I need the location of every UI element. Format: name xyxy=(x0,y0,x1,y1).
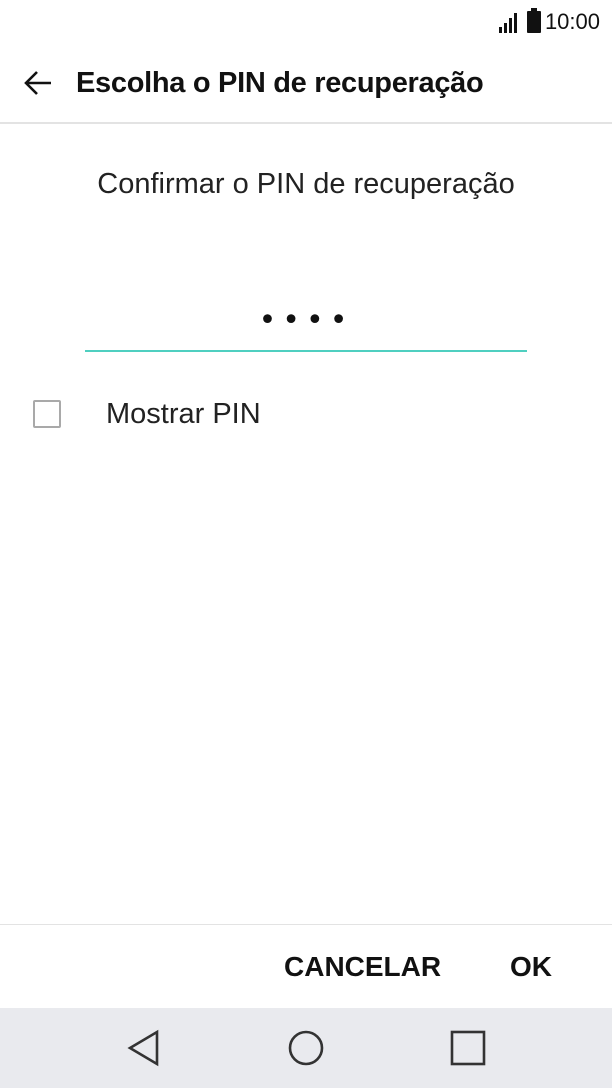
nav-home-icon xyxy=(288,1030,324,1066)
page-title: Escolha o PIN de recuperação xyxy=(76,66,484,99)
ok-button[interactable]: OK xyxy=(496,925,566,1009)
screen: 10:00 Escolha o PIN de recuperação Confi… xyxy=(0,0,612,1088)
back-arrow-icon xyxy=(24,71,51,95)
battery-icon xyxy=(526,8,541,33)
nav-back-button[interactable] xyxy=(104,1008,184,1088)
navigation-bar xyxy=(0,1008,612,1088)
status-bar: 10:00 xyxy=(0,0,612,44)
show-pin-checkbox[interactable] xyxy=(33,400,61,428)
show-pin-row[interactable]: Mostrar PIN xyxy=(0,382,612,446)
nav-back-icon xyxy=(127,1029,159,1067)
app-bar: Escolha o PIN de recuperação xyxy=(0,44,612,124)
nav-recent-icon xyxy=(450,1030,486,1066)
pin-input[interactable] xyxy=(85,290,527,352)
nav-home-button[interactable] xyxy=(266,1008,346,1088)
signal-icon xyxy=(498,11,519,33)
show-pin-label: Mostrar PIN xyxy=(106,397,261,430)
dialog-button-bar: CANCELAR OK xyxy=(0,924,612,1008)
pin-prompt: Confirmar o PIN de recuperação xyxy=(97,168,515,200)
back-button[interactable] xyxy=(0,43,76,123)
nav-recent-button[interactable] xyxy=(428,1008,508,1088)
cancel-button[interactable]: CANCELAR xyxy=(270,925,455,1009)
status-clock: 10:00 xyxy=(544,9,600,34)
